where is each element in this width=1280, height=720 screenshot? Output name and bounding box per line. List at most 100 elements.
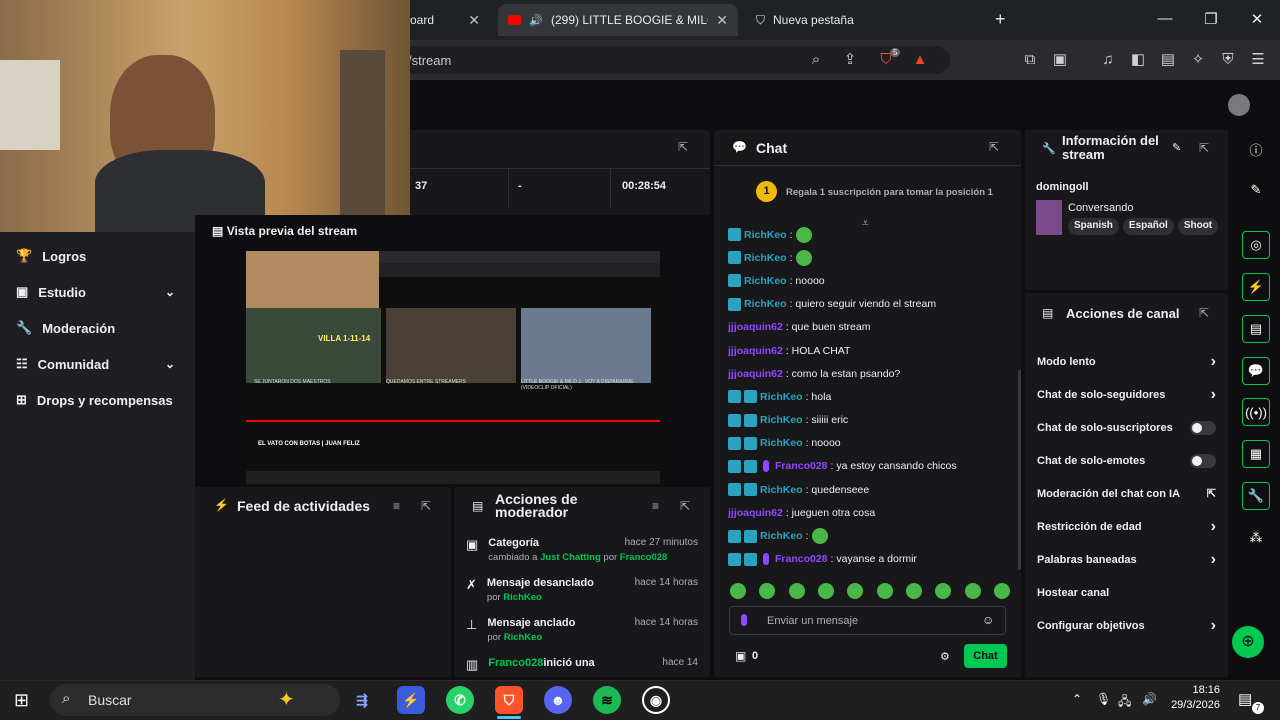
mod-action-row[interactable]: ▣ Categoría hace 27 minutos cambiado a Ju… (454, 537, 710, 577)
chat-username[interactable]: RichKeo (744, 252, 787, 264)
chat-scrollbar[interactable] (1018, 370, 1021, 570)
category-link[interactable]: Just Chatting (540, 552, 601, 563)
edit-icon[interactable]: ✎ (1172, 141, 1181, 154)
add-action-icon[interactable]: ⊕ (1232, 626, 1264, 658)
chat-username[interactable]: RichKeo (760, 484, 803, 496)
extensions-icon[interactable]: ⁂ (1242, 524, 1270, 552)
chat-input[interactable]: Enviar un mensaje ☺ (729, 606, 1006, 635)
chat-message[interactable]: RichKeo: noooo (728, 269, 1013, 292)
chat-badge-icon[interactable] (728, 390, 741, 404)
close-tab-icon[interactable]: ✕ (468, 12, 480, 29)
mod-tools-icon[interactable]: 🔧 (1242, 482, 1270, 510)
chat-badge-icon[interactable] (744, 483, 757, 497)
chat-username[interactable]: RichKeo (760, 414, 803, 426)
windows-start-icon[interactable]: ⊞ (14, 690, 29, 711)
chat-badge-icon[interactable] (728, 297, 741, 311)
chat-message[interactable]: Franco028: ya estoy cansando chicos (728, 455, 1013, 478)
chat-badge-icon[interactable] (728, 552, 741, 566)
subscriber-badge-icon[interactable] (763, 460, 769, 473)
gift-promo-text[interactable]: Regala 1 suscripción para tomar la posic… (786, 187, 993, 198)
chat-message[interactable]: jjjoaquin62: HOLA CHAT (728, 339, 1013, 362)
network-icon[interactable]: 🖧 (1118, 692, 1131, 713)
chat-badge-icon[interactable] (728, 228, 741, 242)
chat-badge-icon[interactable] (744, 552, 757, 566)
popout-icon[interactable]: ⇱ (989, 140, 999, 154)
notifications-icon[interactable]: ▤ (1238, 690, 1252, 708)
extensions-icon[interactable]: ⧉ (1020, 50, 1040, 70)
subscriber-badge-icon[interactable] (763, 553, 769, 566)
zoom-icon[interactable]: ⌕ (806, 50, 826, 70)
close-window-icon[interactable]: ✕ (1242, 10, 1272, 28)
leo-ai-icon[interactable]: ✧ (1188, 50, 1208, 70)
send-chat-button[interactable]: Chat (964, 644, 1007, 668)
popout-icon[interactable]: ⇱ (678, 140, 688, 154)
channel-action-item[interactable]: Chat de solo-suscriptores (1025, 411, 1228, 444)
chat-badge-icon[interactable] (728, 459, 741, 473)
popout-icon[interactable]: ⇱ (1199, 306, 1209, 320)
speaker-icon[interactable]: 🔊 (529, 14, 543, 27)
sidebar-item-drops[interactable]: ⊞ Drops y recompensas (0, 382, 195, 418)
url-field[interactable]: /stream (360, 46, 950, 74)
chat-message[interactable]: Franco028: vayanse a dormir (728, 548, 1013, 571)
chat-settings-icon[interactable]: ⚙ (940, 650, 950, 663)
progress-bar[interactable] (246, 420, 660, 422)
chat-message[interactable]: RichKeo: noooo (728, 432, 1013, 455)
mod-action-row[interactable]: ▥ Franco028 inició una hace 14 (454, 657, 710, 677)
chat-message[interactable]: RichKeo: quedenseee (728, 478, 1013, 501)
channel-action-item[interactable]: Chat de solo-seguidores › (1025, 378, 1228, 411)
chat-popout-icon[interactable]: 💬 (1242, 357, 1270, 385)
chat-username[interactable]: RichKeo (760, 437, 803, 449)
popout-icon[interactable]: ⇱ (421, 499, 431, 513)
chat-message[interactable]: RichKeo: (728, 524, 1013, 547)
toggle-switch[interactable] (1190, 420, 1216, 435)
channel-action-item[interactable]: Configurar objetivos › (1025, 609, 1228, 642)
filter-icon[interactable]: ≡ (393, 499, 400, 513)
popout-icon[interactable]: ⇱ (1199, 141, 1209, 155)
chat-username[interactable]: Franco028 (775, 553, 828, 565)
clip-icon[interactable]: ◎ (1242, 231, 1270, 259)
channel-action-item[interactable]: Restricción de edad › (1025, 510, 1228, 543)
new-tab-button[interactable]: + (995, 9, 1006, 30)
wallet-icon[interactable]: ▤ (1158, 50, 1178, 70)
chat-message[interactable]: RichKeo: hola (728, 385, 1013, 408)
user-link[interactable]: RichKeo (503, 592, 542, 603)
mod-action-row[interactable]: ✗ Mensaje desanclado hace 14 horas por Ri… (454, 577, 710, 617)
chat-message[interactable]: RichKeo: (728, 223, 1013, 246)
sidebar-item-estudio[interactable]: ▣ Estudio ⌄ (0, 274, 195, 310)
chat-badge-icon[interactable] (744, 529, 757, 543)
chat-message[interactable]: jjjoaquin62: que buen stream (728, 316, 1013, 339)
chat-username[interactable]: jjjoaquin62 (728, 321, 783, 333)
chat-username[interactable]: Franco028 (775, 460, 828, 472)
chat-username[interactable]: jjjoaquin62 (728, 368, 783, 380)
chat-badge-icon[interactable] (744, 459, 757, 473)
identity-icon[interactable] (741, 614, 747, 626)
popout-icon[interactable]: ⇱ (680, 499, 690, 513)
quick-emote-icon[interactable] (993, 583, 1010, 599)
brave-icon[interactable]: ⛉ (495, 686, 523, 714)
chat-badge-icon[interactable] (744, 413, 757, 427)
user-link[interactable]: RichKeo (504, 632, 543, 643)
chat-username[interactable]: RichKeo (744, 275, 787, 287)
sidebar-item-logros[interactable]: 🏆 Logros (0, 238, 195, 274)
thumb-1[interactable]: VILLA 1-11-14 (246, 308, 381, 383)
share-icon[interactable]: ⇪ (840, 50, 860, 70)
channel-action-item[interactable]: Palabras baneadas › (1025, 543, 1228, 576)
thumb-3[interactable] (521, 308, 651, 383)
channel-action-item[interactable]: Moderación del chat con IA ⇱ (1025, 477, 1228, 510)
chat-username[interactable]: RichKeo (760, 391, 803, 403)
tab-dashboard[interactable]: oard ✕ (400, 4, 490, 36)
spotify-icon[interactable]: ≋ (593, 686, 621, 714)
mod-action-row[interactable]: ⊥ Mensaje anclado hace 14 horas por RichK… (454, 617, 710, 657)
discord-icon[interactable]: ☻ (544, 686, 572, 714)
chat-message[interactable]: RichKeo: (728, 246, 1013, 269)
chat-username[interactable]: jjjoaquin62 (728, 507, 783, 519)
edit-icon[interactable]: ✎ (1242, 176, 1270, 204)
tag[interactable]: Español (1122, 218, 1174, 235)
points-icon[interactable]: ▣ (735, 649, 746, 663)
quick-emote-icon[interactable] (847, 583, 864, 599)
filter-icon[interactable]: ≡ (652, 499, 659, 513)
chat-badge-icon[interactable] (728, 251, 741, 265)
quick-emote-icon[interactable] (935, 583, 952, 599)
avatar[interactable] (1228, 94, 1250, 116)
chat-username[interactable]: RichKeo (760, 530, 803, 542)
